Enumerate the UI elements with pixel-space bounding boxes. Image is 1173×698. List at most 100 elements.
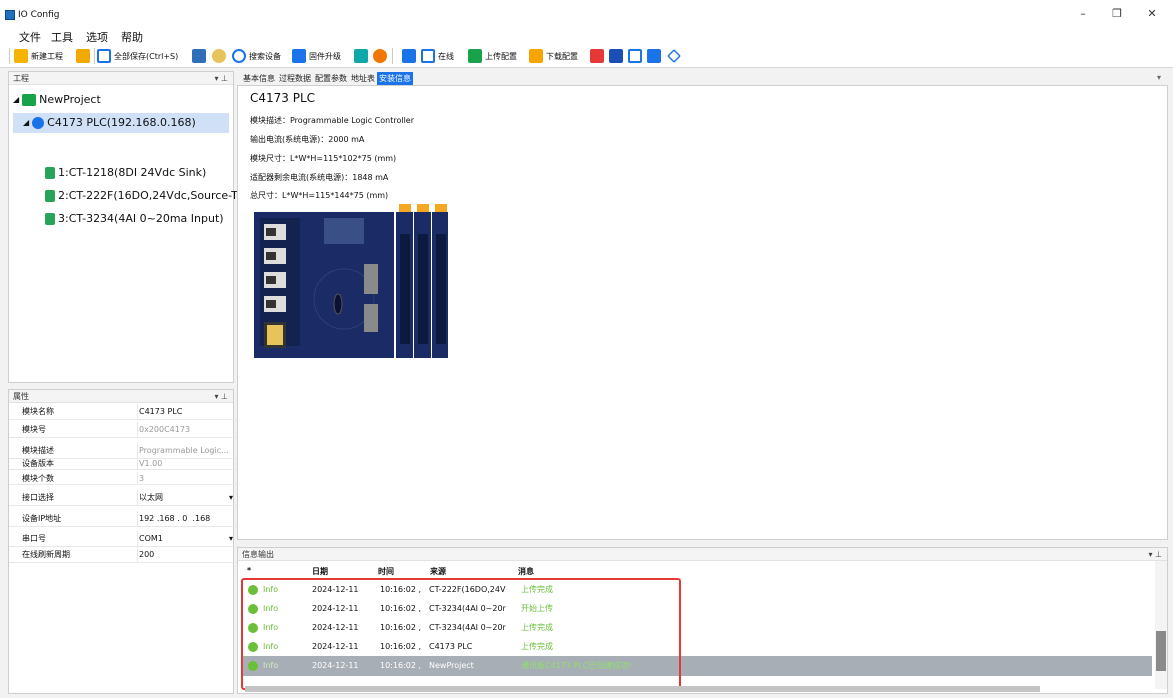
tab-config-params[interactable]: 配置参数	[313, 72, 349, 85]
home-icon	[22, 94, 37, 106]
tree-root[interactable]: ◢ NewProject	[13, 90, 101, 110]
prop-row-ip: 设备IP地址 192 .168 . 0 .168	[9, 511, 239, 527]
project-panel: 工程 ▾ ⊥ ◢ NewProject ◢ C4173 PLC(192.168.0.1…	[8, 71, 255, 383]
download-config-label: 下载配置	[546, 51, 578, 61]
download-config-button[interactable]: 下载配置	[529, 48, 578, 64]
open-button[interactable]	[76, 48, 90, 64]
tab-address-table[interactable]: 地址表	[349, 72, 377, 85]
toolbar-separator	[94, 48, 95, 64]
search-device-button[interactable]: 搜索设备	[232, 48, 281, 64]
prop-row-module-name: 模块名称 C4173 PLC	[9, 404, 239, 420]
properties-panel-header: 属性 ▾ ⊥	[9, 390, 233, 403]
layers-icon	[667, 49, 681, 63]
module-icon	[45, 213, 55, 225]
export-icon	[609, 49, 623, 63]
exit-button[interactable]	[647, 48, 661, 64]
tabs-menu-icon[interactable]: ▾	[1157, 73, 1161, 82]
interface-select[interactable]: 以太网	[137, 490, 239, 506]
prop-value: 0x200C4173	[137, 422, 239, 438]
scrollbar-thumb[interactable]	[1156, 631, 1166, 671]
globe-icon	[32, 117, 45, 129]
pin-icon[interactable]: ▾ ⊥	[214, 390, 228, 403]
add-icon	[628, 49, 642, 63]
expand-icon[interactable]: ◢	[13, 90, 19, 110]
settings-button[interactable]	[212, 48, 226, 64]
chevron-down-icon[interactable]: ▾	[229, 531, 233, 547]
project-panel-title: 工程	[13, 74, 29, 83]
restore-button[interactable]: ❐	[1107, 7, 1127, 21]
app-icon	[5, 10, 15, 20]
prop-value: V1.00	[137, 457, 239, 470]
prop-key: 设备IP地址	[22, 514, 62, 523]
detail-tabs: 基本信息 过程数据 配置参数 地址表 安装信息	[241, 72, 413, 85]
highlight-box	[241, 578, 681, 690]
new-project-button[interactable]: 新建工程	[14, 48, 63, 64]
warning-button[interactable]	[373, 48, 387, 64]
prop-key: 在线刷新周期	[22, 550, 70, 559]
add-button[interactable]	[628, 48, 642, 64]
save-all-button[interactable]: 全部保存(Ctrl+S)	[97, 48, 178, 64]
prop-row-serial: 串口号 COM1 ▾	[9, 531, 239, 547]
trash-icon	[590, 49, 604, 63]
prop-row-version: 设备版本 V1.00	[9, 457, 239, 470]
prop-key: 模块名称	[22, 407, 54, 416]
prop-value: 3	[137, 472, 239, 485]
prop-value[interactable]: C4173 PLC	[137, 404, 239, 420]
expand-icon[interactable]: ◢	[23, 113, 29, 133]
folder-icon	[76, 49, 90, 63]
properties-panel-title: 属性	[13, 392, 29, 401]
output-panel-title: 信息输出	[242, 550, 274, 559]
pin-icon[interactable]: ▾ ⊥	[1148, 548, 1162, 561]
pin-icon[interactable]: ▾ ⊥	[214, 72, 228, 85]
info-total-size: 总尺寸：L*W*H=115*144*75 (mm)	[250, 191, 389, 200]
horizontal-scrollbar[interactable]	[245, 686, 1040, 692]
prop-key: 串口号	[22, 534, 46, 543]
tree-module-3[interactable]: 3:CT-3234(4AI 0~20ma Input)	[45, 209, 224, 229]
exit-icon	[647, 49, 661, 63]
install-info-panel: C4173 PLC 模块描述：Programmable Logic Contro…	[237, 85, 1168, 540]
menu-bar: 文件 工具 选项 帮助	[0, 28, 1173, 44]
prop-row-interface: 接口选择 以太网 ▾	[9, 490, 239, 506]
new-project-label: 新建工程	[31, 51, 63, 61]
config-button[interactable]	[192, 48, 206, 64]
tab-process-data[interactable]: 过程数据	[277, 72, 313, 85]
online-button[interactable]: 在线	[421, 48, 454, 64]
ip-address-input[interactable]: 192 .168 . 0 .168	[137, 511, 239, 527]
prop-row-module-id: 模块号 0x200C4173	[9, 422, 239, 438]
tree-module-label: 3:CT-3234(4AI 0~20ma Input)	[58, 212, 224, 225]
serial-port-select[interactable]: COM1	[137, 531, 239, 547]
properties-panel: 属性 ▾ ⊥ 模块名称 C4173 PLC 模块号 0x200C4173 模块描述 Pr…	[8, 389, 239, 694]
toolbar-separator	[392, 48, 393, 64]
tree-module-2[interactable]: 2:CT-222F(16DO,24Vdc,Source-TTL)	[45, 186, 255, 206]
info-button[interactable]	[354, 48, 368, 64]
gear-icon	[212, 49, 226, 63]
search-icon	[232, 49, 246, 63]
plc-device-image	[254, 204, 448, 358]
grid-button[interactable]	[402, 48, 416, 64]
tree-module-1[interactable]: 1:CT-1218(8DI 24Vdc Sink)	[45, 163, 206, 183]
vertical-scrollbar[interactable]	[1155, 561, 1167, 689]
prop-row-refresh: 在线刷新周期 200	[9, 547, 239, 563]
minimize-button[interactable]: –	[1073, 7, 1093, 21]
chevron-down-icon[interactable]: ▾	[229, 490, 233, 506]
tree-plc-node[interactable]: ◢ C4173 PLC(192.168.0.168)	[13, 113, 229, 133]
close-button[interactable]: ✕	[1142, 7, 1162, 21]
menu-tools[interactable]: 工具	[51, 29, 73, 45]
tab-basic-info[interactable]: 基本信息	[241, 72, 277, 85]
upload-config-button[interactable]: 上传配置	[468, 48, 517, 64]
menu-options[interactable]: 选项	[86, 29, 108, 45]
prop-key: 接口选择	[22, 493, 54, 502]
tab-install-info[interactable]: 安装信息	[377, 72, 413, 85]
title-bar: IO Config – ❐ ✕	[0, 0, 1173, 28]
tree-module-label: 1:CT-1218(8DI 24Vdc Sink)	[58, 166, 207, 179]
refresh-period-input[interactable]: 200	[137, 547, 239, 563]
delete-button[interactable]	[590, 48, 604, 64]
menu-file[interactable]: 文件	[19, 29, 41, 45]
tree-plc-label: C4173 PLC(192.168.0.168)	[47, 116, 196, 129]
menu-help[interactable]: 帮助	[121, 29, 143, 45]
firmware-upgrade-button[interactable]: 固件升级	[292, 48, 341, 64]
export-button[interactable]	[609, 48, 623, 64]
layers-button[interactable]	[667, 48, 681, 64]
info-icon	[354, 49, 368, 63]
tree-root-label: NewProject	[39, 93, 101, 106]
